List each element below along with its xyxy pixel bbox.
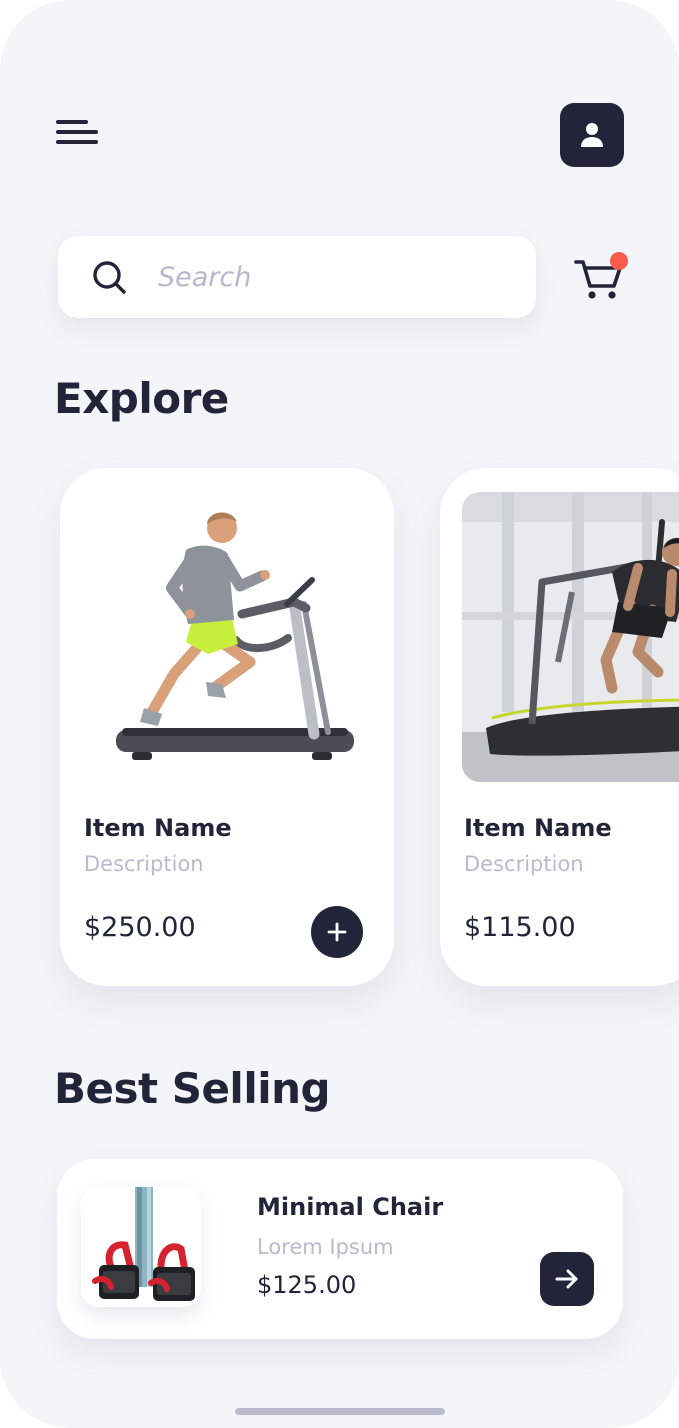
product-card[interactable]: Item Name Description $250.00 xyxy=(60,468,394,986)
plus-icon xyxy=(327,922,347,942)
profile-button[interactable] xyxy=(560,103,624,167)
item-name: Item Name xyxy=(464,814,612,842)
item-description: Description xyxy=(464,852,584,876)
cart-button[interactable] xyxy=(570,248,630,308)
product-card[interactable]: Item Name Description $115.00 xyxy=(440,468,679,986)
search-bar xyxy=(58,236,536,318)
menu-icon[interactable] xyxy=(52,116,104,156)
add-to-cart-button[interactable] xyxy=(311,906,363,958)
best-selling-card[interactable]: Minimal Chair Lorem Ipsum $125.00 xyxy=(57,1159,623,1339)
item-name: Item Name xyxy=(84,814,232,842)
search-icon[interactable] xyxy=(91,259,127,295)
product-thumbnail xyxy=(81,1187,201,1307)
pedal-exerciser-image xyxy=(92,1187,195,1301)
best-selling-title: Best Selling xyxy=(54,1064,331,1113)
cart-badge xyxy=(610,252,628,270)
search-input[interactable] xyxy=(158,256,508,298)
home-indicator[interactable] xyxy=(235,1408,445,1415)
best-item-name: Minimal Chair xyxy=(257,1193,444,1221)
best-item-description: Lorem Ipsum xyxy=(257,1235,394,1259)
arrow-right-icon xyxy=(555,1269,578,1289)
best-item-price: $125.00 xyxy=(257,1271,357,1299)
item-description: Description xyxy=(84,852,204,876)
item-price: $115.00 xyxy=(464,912,576,943)
item-price: $250.00 xyxy=(84,912,196,943)
explore-title: Explore xyxy=(54,374,229,423)
treadmill-runner-image xyxy=(116,512,354,760)
app-screen: Explore xyxy=(0,0,679,1428)
user-icon xyxy=(581,123,603,147)
curved-treadmill-athlete-image xyxy=(462,492,679,782)
view-item-button[interactable] xyxy=(540,1252,594,1306)
